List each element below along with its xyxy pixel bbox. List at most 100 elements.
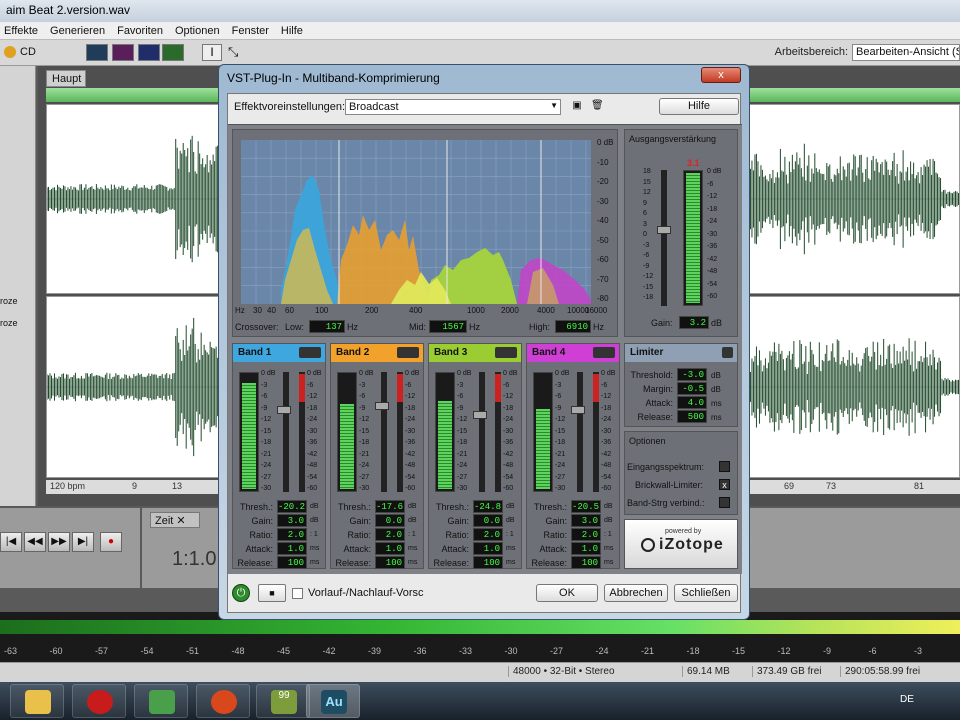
limiter-release-field[interactable]: 500	[677, 410, 707, 423]
menu-favoriten[interactable]: Favoriten	[117, 25, 163, 39]
close-button[interactable]: Schließen	[674, 584, 738, 602]
band-link-checkbox[interactable]	[719, 497, 730, 508]
tab-haupt[interactable]: Haupt	[46, 70, 86, 87]
threshold-slider[interactable]	[577, 372, 583, 492]
task-audition[interactable]: Au	[306, 684, 360, 718]
text-cursor-icon[interactable]: I	[202, 44, 222, 61]
menu-optionen[interactable]: Optionen	[175, 25, 220, 39]
band-release-field[interactable]: 100	[277, 556, 307, 569]
multitrack-view-icon[interactable]	[162, 44, 184, 61]
go-start-icon[interactable]: |◀	[0, 532, 22, 552]
cancel-button[interactable]: Abbrechen	[604, 584, 668, 602]
help-button[interactable]: Hilfe	[659, 98, 739, 115]
threshold-slider[interactable]	[381, 372, 387, 492]
task-utility[interactable]: 99	[256, 684, 310, 718]
preset-select[interactable]: Broadcast ▼	[345, 99, 561, 115]
limiter-margin-field[interactable]: -0.5	[677, 382, 707, 395]
gain-tick: -6	[643, 252, 650, 259]
utility-icon: 99	[271, 690, 297, 714]
band-attack-field[interactable]: 1.0	[375, 542, 405, 555]
level-tick: -60	[49, 646, 63, 656]
menu-generieren[interactable]: Generieren	[50, 25, 105, 39]
scale-tick: 0 dB	[503, 370, 518, 377]
input-spectrum-checkbox[interactable]	[719, 461, 730, 472]
limiter-threshold-field[interactable]: -3.0	[677, 368, 707, 381]
solo-bypass-icon[interactable]	[299, 347, 321, 358]
band-gain-field[interactable]: 0.0	[375, 514, 405, 527]
brickwall-checkbox[interactable]: x	[719, 479, 730, 490]
band-meter-fill	[438, 400, 452, 489]
waveform-view-icon[interactable]	[86, 44, 108, 61]
pitch-view-icon[interactable]	[138, 44, 160, 61]
scale-tick: -27	[555, 473, 566, 481]
task-explorer[interactable]	[10, 684, 64, 718]
band-meter-fill	[340, 404, 354, 489]
threshold-slider[interactable]	[479, 372, 485, 492]
threshold-knob[interactable]	[277, 405, 291, 414]
band-attack-field[interactable]: 1.0	[473, 542, 503, 555]
band-attack-field[interactable]: 1.0	[277, 542, 307, 555]
workspace-select[interactable]: Bearbeiten-Ansicht (S	[852, 44, 960, 61]
menu-hilfe[interactable]: Hilfe	[281, 25, 303, 39]
spectral-view-icon[interactable]	[112, 44, 134, 61]
output-gain-knob[interactable]	[657, 226, 671, 234]
band-header: Band 3	[429, 344, 521, 362]
band-thresh-field[interactable]: -24.8	[473, 500, 503, 513]
scale-tick: -30	[503, 427, 514, 435]
band-ratio-field[interactable]: 2.0	[571, 528, 601, 541]
band-ratio-field[interactable]: 2.0	[277, 528, 307, 541]
high-crossover-field[interactable]: 6910	[555, 320, 591, 333]
limiter-solo-icon[interactable]	[722, 347, 733, 358]
file-item[interactable]: roze	[0, 318, 18, 328]
limiter-attack-field[interactable]: 4.0	[677, 396, 707, 409]
stop-icon[interactable]: ■	[258, 584, 286, 602]
power-icon[interactable]: ⏻	[232, 584, 250, 602]
fast-forward-icon[interactable]: ▶▶	[48, 532, 70, 552]
band-thresh-field[interactable]: -17.6	[375, 500, 405, 513]
preroll-checkbox[interactable]	[292, 588, 303, 599]
solo-bypass-icon[interactable]	[593, 347, 615, 358]
band-attack-field[interactable]: 1.0	[571, 542, 601, 555]
go-end-icon[interactable]: ▶|	[72, 532, 94, 552]
solo-bypass-icon[interactable]	[397, 347, 419, 358]
move-tool-icon[interactable]: ⤡	[228, 44, 238, 60]
record-icon[interactable]: ●	[100, 532, 122, 552]
band-release-field[interactable]: 100	[473, 556, 503, 569]
band-gain-field[interactable]: 3.0	[277, 514, 307, 527]
band-thresh-field[interactable]: -20.5	[571, 500, 601, 513]
delete-preset-icon[interactable]: 🗑	[591, 100, 604, 112]
close-icon[interactable]: x	[701, 67, 741, 83]
output-gain-slider[interactable]	[661, 170, 667, 306]
file-item[interactable]: roze	[0, 296, 18, 306]
band-meter	[239, 372, 259, 492]
task-audio-app[interactable]	[196, 684, 250, 718]
task-messenger[interactable]	[134, 684, 188, 718]
band-gain-field[interactable]: 3.0	[571, 514, 601, 527]
band-ratio-field[interactable]: 2.0	[473, 528, 503, 541]
menu-effekte[interactable]: Effekte	[4, 25, 38, 39]
record-cd-icon[interactable]	[4, 46, 16, 58]
menu-fenster[interactable]: Fenster	[232, 25, 269, 39]
scale-tick: -30	[359, 485, 370, 492]
output-gain-field[interactable]: 3.2	[679, 316, 709, 329]
ok-button[interactable]: OK	[536, 584, 598, 602]
band-ratio-field[interactable]: 2.0	[375, 528, 405, 541]
rewind-icon[interactable]: ◀◀	[24, 532, 46, 552]
tab-zeit[interactable]: Zeit ✕	[150, 512, 200, 528]
low-crossover-field[interactable]: 137	[309, 320, 345, 333]
band-release-field[interactable]: 100	[375, 556, 405, 569]
solo-bypass-icon[interactable]	[495, 347, 517, 358]
threshold-knob[interactable]	[375, 402, 389, 411]
threshold-knob[interactable]	[571, 405, 585, 414]
band-gain-field[interactable]: 0.0	[473, 514, 503, 527]
spectrum-display[interactable]	[241, 140, 591, 304]
threshold-knob[interactable]	[473, 411, 487, 420]
band-thresh-field[interactable]: -20.2	[277, 500, 307, 513]
task-opera[interactable]	[72, 684, 126, 718]
mid-crossover-field[interactable]: 1567	[429, 320, 467, 333]
threshold-slider[interactable]	[283, 372, 289, 492]
language-indicator[interactable]: DE	[900, 694, 914, 705]
cd-button[interactable]: CD	[20, 46, 36, 58]
band-release-field[interactable]: 100	[571, 556, 601, 569]
save-preset-icon[interactable]: ▣	[571, 100, 583, 112]
